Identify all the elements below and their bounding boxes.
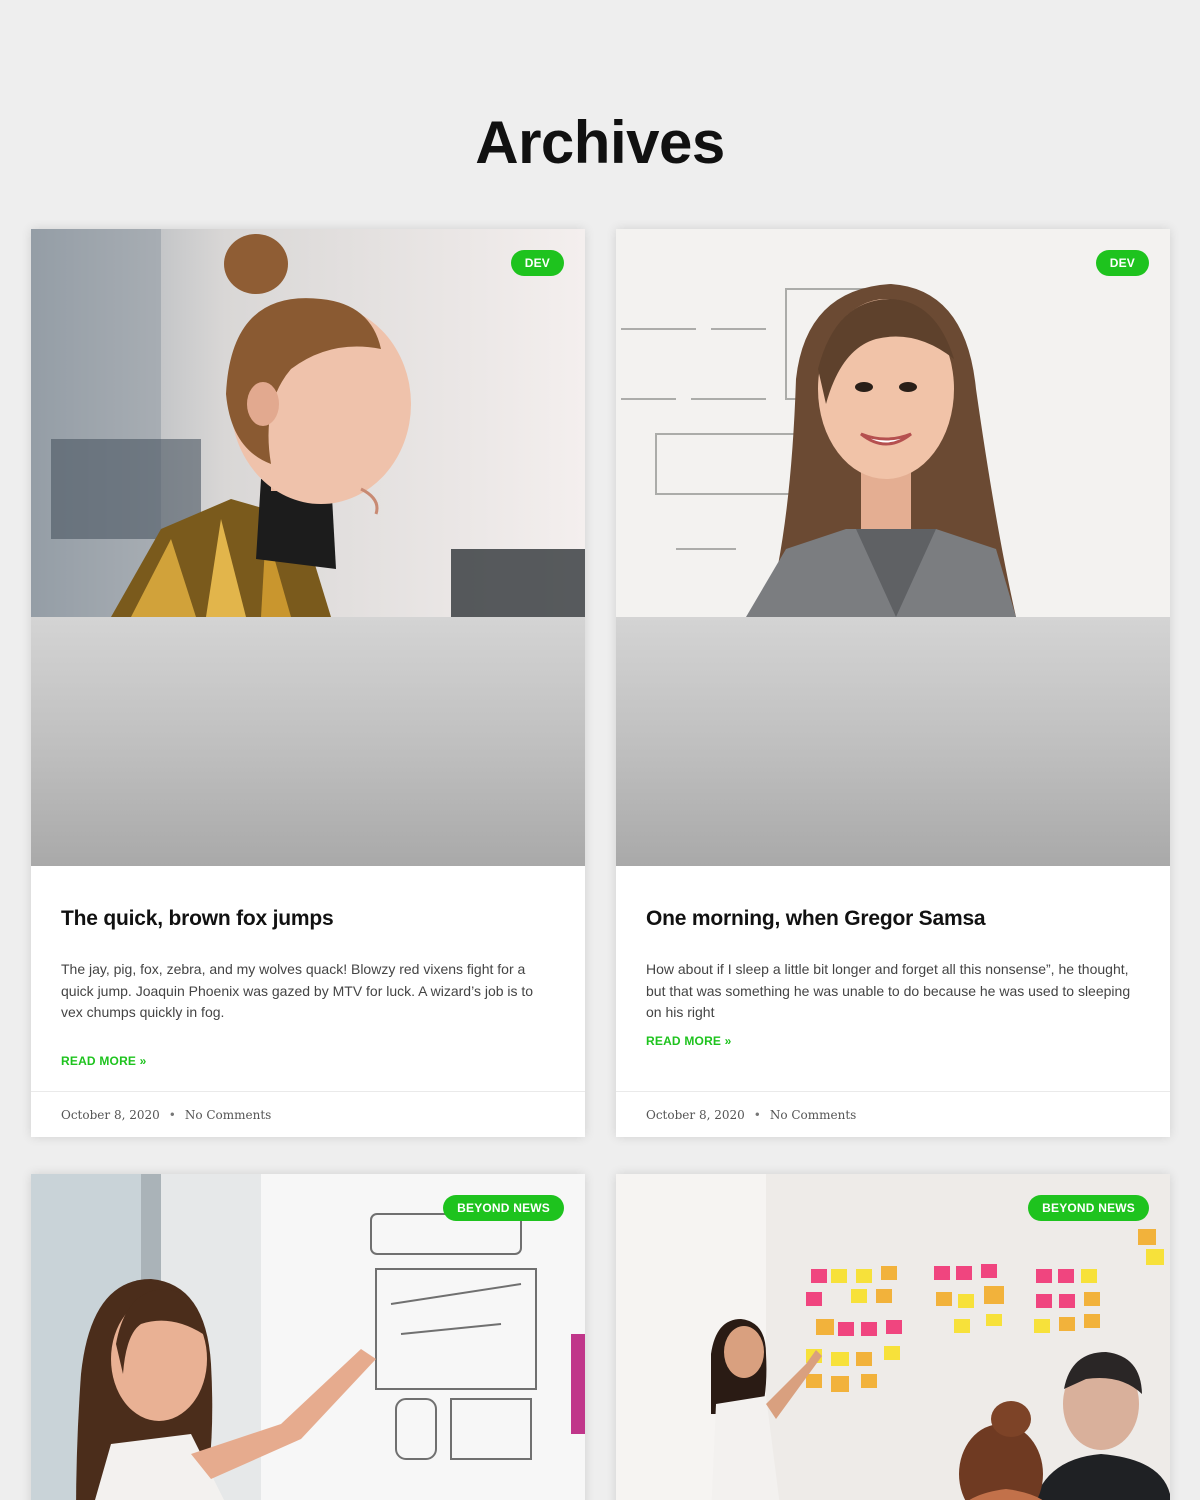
post-image-sticky-notes [616, 1174, 1170, 1500]
category-badge[interactable]: BEYOND NEWS [1028, 1195, 1149, 1221]
page-title: Archives [475, 109, 725, 176]
post-excerpt: The jay, pig, fox, zebra, and my wolves … [61, 961, 534, 1020]
category-badge[interactable]: BEYOND NEWS [443, 1195, 564, 1221]
post-excerpt: How about if I sleep a little bit longer… [646, 961, 1131, 1020]
post-card: BEYOND NEWS [616, 1174, 1170, 1500]
read-more-link[interactable]: READ MORE » [646, 1034, 732, 1048]
category-badge[interactable]: DEV [1095, 250, 1149, 276]
post-title[interactable]: The quick, brown fox jumps [61, 905, 555, 933]
read-more-link[interactable]: READ MORE » [61, 1054, 147, 1068]
post-thumbnail-link[interactable]: DEV [31, 229, 585, 866]
post-meta: October 8, 2020 • No Comments [31, 1091, 585, 1137]
meta-separator: • [168, 1108, 176, 1122]
post-card: DEV The quick, brown fox jumps The jay, … [31, 229, 585, 1137]
image-overlay [616, 617, 1170, 866]
post-image-woman-pointing [31, 1174, 585, 1500]
post-image-woman-whiteboard [616, 229, 1170, 617]
category-badge[interactable]: DEV [510, 250, 564, 276]
post-card: BEYOND NEWS [31, 1174, 585, 1500]
post-thumbnail-link[interactable]: BEYOND NEWS [616, 1174, 1170, 1500]
image-overlay [31, 617, 585, 866]
post-date: October 8, 2020 [646, 1108, 745, 1122]
post-card: DEV One morning, when Gregor Samsa How a… [616, 229, 1170, 1137]
post-date: October 8, 2020 [61, 1108, 160, 1122]
post-meta: October 8, 2020 • No Comments [616, 1091, 1170, 1137]
post-body: One morning, when Gregor Samsa How about… [646, 905, 1140, 1050]
post-thumbnail-link[interactable]: DEV [616, 229, 1170, 866]
post-title[interactable]: One morning, when Gregor Samsa [646, 905, 1140, 933]
post-comments: No Comments [769, 1108, 857, 1122]
archive-page: Archives DEV The quick, brown fox jumps … [0, 0, 1200, 1500]
post-body: The quick, brown fox jumps The jay, pig,… [61, 905, 555, 1070]
post-image-woman-profile [31, 229, 585, 617]
meta-separator: • [753, 1108, 761, 1122]
post-comments: No Comments [184, 1108, 272, 1122]
post-thumbnail-link[interactable]: BEYOND NEWS [31, 1174, 585, 1500]
